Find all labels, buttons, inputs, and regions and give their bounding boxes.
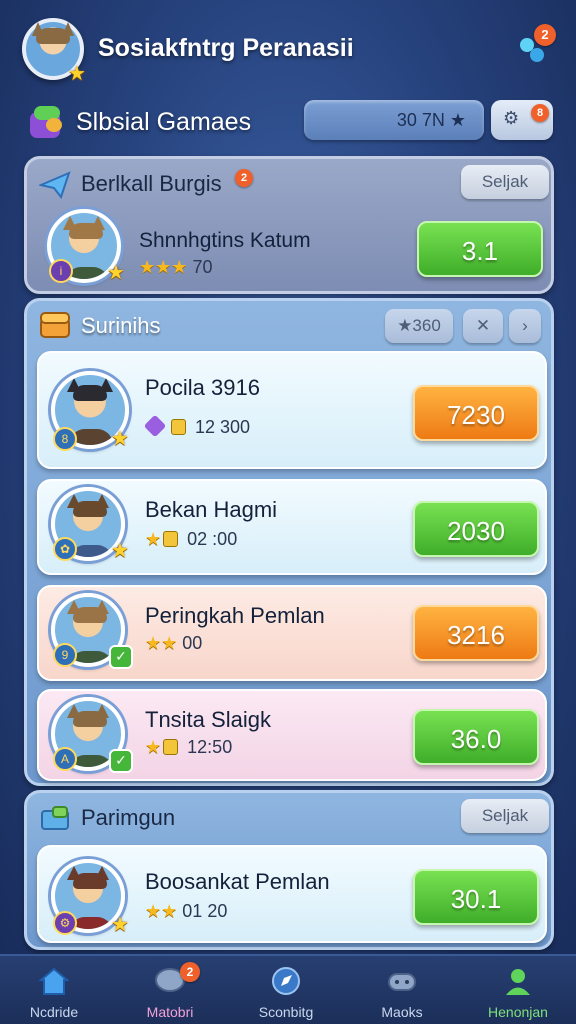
player-meta: 12 300 xyxy=(143,414,250,438)
nav-label: Matobri xyxy=(146,1004,194,1020)
row-action-button[interactable]: 30.1 xyxy=(413,869,539,925)
nav-label: Ncdride xyxy=(29,1004,79,1020)
ranking-row[interactable]: 9 ✓ Peringkah Pemlan ★★ 00 3216 xyxy=(37,585,547,681)
gift-box-icon xyxy=(39,803,69,831)
notification-shape xyxy=(530,48,544,62)
ranking-row[interactable]: ✿ ★ Bekan Hagmi ★ 02 :00 2030 xyxy=(37,479,547,575)
star-icon: ★ xyxy=(111,912,129,936)
lock-icon xyxy=(163,531,179,547)
ranking-row[interactable]: 8 ★ Pocila 3916 12 300 7230 xyxy=(37,351,547,469)
row-action-button[interactable]: 2030 xyxy=(413,501,539,557)
player-meta: ★★ 00 xyxy=(145,633,203,653)
rank-badge: ✿ xyxy=(53,537,77,561)
ranking-row[interactable]: A ✓ Tnsita Slaigk ★ 12:50 36.0 xyxy=(37,689,547,781)
featured-select-button[interactable]: Seljak xyxy=(461,165,549,199)
star-icon: ★ xyxy=(68,61,86,85)
chat-badge: 2 xyxy=(180,962,200,982)
home-icon xyxy=(38,966,70,996)
bottom-nav: Ncdride 2 Matobri Sconbitg Maoks Henonja… xyxy=(0,954,576,1024)
gear-icon: ⚙ xyxy=(503,108,520,129)
notification-badge: 2 xyxy=(534,24,556,46)
nav-item-games[interactable]: Maoks xyxy=(352,962,452,1022)
profile-icon xyxy=(502,966,534,996)
app-title: Sosiakfntrg Peranasii xyxy=(98,34,354,62)
settings-button[interactable]: ⚙ 8 xyxy=(491,100,553,140)
nav-item-chat[interactable]: 2 Matobri xyxy=(120,962,220,1022)
row-action-button[interactable]: 3216 xyxy=(413,605,539,661)
rank-badge: ⚙ xyxy=(53,911,77,935)
featured-action-button[interactable]: 3.1 xyxy=(417,221,543,277)
star-icon: ★ xyxy=(111,538,129,562)
player-name: Shnnhgtins Katum xyxy=(139,229,311,252)
rating-stars-icon: ★★ xyxy=(145,901,178,921)
row-action-button[interactable]: 7230 xyxy=(413,385,539,441)
settings-badge: 8 xyxy=(531,104,549,122)
chest-icon xyxy=(39,311,70,339)
chevron-right-icon[interactable]: › xyxy=(509,309,541,343)
avatar-hair xyxy=(36,28,70,44)
gem-icon xyxy=(143,414,167,438)
nav-label: Sconbitg xyxy=(258,1004,314,1020)
player-meta: ★★★ 70 xyxy=(139,257,213,277)
rating-stars-icon: ★★ xyxy=(145,633,178,653)
player-meta: ★ 02 :00 xyxy=(145,529,238,549)
row-action-button[interactable]: 36.0 xyxy=(413,709,539,765)
nav-label: Maoks xyxy=(381,1004,423,1020)
rank-badge: 8 xyxy=(53,427,77,451)
ranking-row[interactable]: ⚙ ★ Boosankat Pemlan ★★ 01 20 30.1 xyxy=(37,845,547,943)
nav-label: Henonjan xyxy=(488,1004,548,1020)
bottom-select-button[interactable]: Seljak xyxy=(461,799,549,833)
close-icon[interactable]: ✕ xyxy=(463,309,503,343)
star-icon: ★ xyxy=(107,260,125,284)
rank-badge: A xyxy=(53,747,77,771)
paper-plane-icon xyxy=(37,171,71,200)
app-header: ★ Sosiakfntrg Peranasii 2 xyxy=(0,0,576,100)
nav-item-explore[interactable]: Sconbitg xyxy=(236,962,336,1022)
compass-icon xyxy=(270,966,302,996)
games-title: Slbsial Gamaes xyxy=(76,108,252,136)
rankings-title: Surinihs xyxy=(81,313,161,338)
star-icon: ★ xyxy=(145,529,162,549)
star-icon: ★ xyxy=(145,737,162,757)
bottom-section-title: Parimgun xyxy=(81,805,176,830)
star-icon: ★ xyxy=(111,426,129,450)
rank-badge: 9 xyxy=(53,643,77,667)
featured-panel: Berlkall Burgis 2 Seljak i ★ Shnnhgtins … xyxy=(24,156,554,294)
score-display[interactable]: 30 7N ★ xyxy=(304,100,484,140)
player-name: Pocila 3916 xyxy=(145,375,260,400)
notification-icon[interactable]: 2 xyxy=(516,24,556,66)
featured-title: Berlkall Burgis xyxy=(81,171,222,196)
player-name: Boosankat Pemlan xyxy=(145,869,330,894)
games-icon xyxy=(28,104,66,140)
rating-stars-icon: ★★★ xyxy=(139,257,188,277)
bottom-section-panel: Parimgun Seljak ⚙ ★ Boosankat Pemlan ★★ … xyxy=(24,790,554,950)
gamepad-icon xyxy=(386,966,418,996)
rank-badge: i xyxy=(49,259,73,283)
lock-icon xyxy=(171,419,186,435)
player-meta: ★ 12:50 xyxy=(145,737,233,757)
rankings-filter-button[interactable]: ★360 xyxy=(385,309,453,343)
profile-avatar[interactable]: ★ xyxy=(22,18,86,84)
featured-badge: 2 xyxy=(235,169,253,187)
nav-item-profile[interactable]: Henonjan xyxy=(468,962,568,1022)
nav-item-home[interactable]: Ncdride xyxy=(4,962,104,1022)
check-icon: ✓ xyxy=(109,749,133,773)
player-name: Tnsita Slaigk xyxy=(145,707,271,732)
check-icon: ✓ xyxy=(109,645,133,669)
player-name: Bekan Hagmi xyxy=(145,497,278,522)
lock-icon xyxy=(163,739,179,755)
rankings-panel: Surinihs ★360 ✕ › 8 ★ Pocila 3916 12 300… xyxy=(24,298,554,786)
player-name: Peringkah Pemlan xyxy=(145,603,325,628)
player-meta: ★★ 01 20 xyxy=(145,901,228,921)
